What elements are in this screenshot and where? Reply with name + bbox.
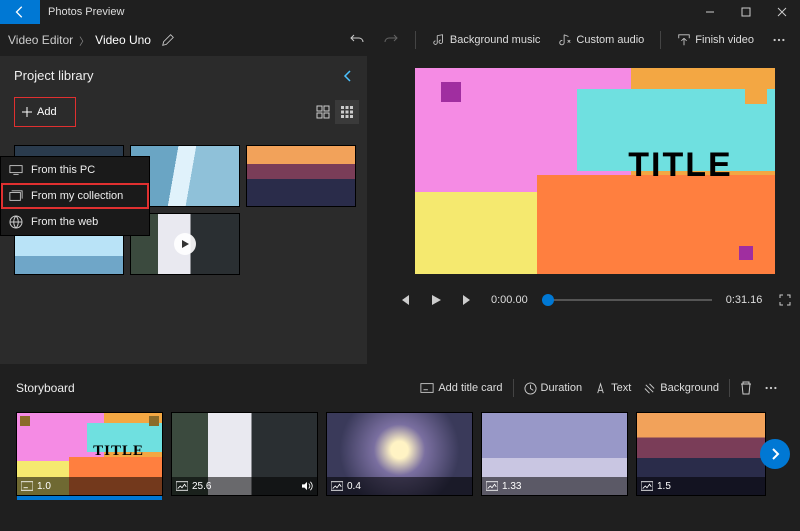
text-label: Text xyxy=(611,382,631,394)
preview-title-text: TITLE xyxy=(628,146,732,185)
finish-video-button[interactable]: Finish video xyxy=(671,26,760,54)
duration-button[interactable]: Duration xyxy=(518,374,589,402)
collapse-library-button[interactable] xyxy=(343,69,353,83)
storyboard-title: Storyboard xyxy=(16,381,75,395)
custom-audio-label: Custom audio xyxy=(576,34,644,46)
close-button[interactable] xyxy=(764,0,800,24)
storyboard-clip[interactable]: 0.4 xyxy=(326,412,473,496)
play-button[interactable] xyxy=(427,294,445,306)
clip-duration: 0.4 xyxy=(347,481,361,492)
image-icon xyxy=(486,481,498,491)
chevron-right-icon: 〉 xyxy=(79,33,89,48)
preview-canvas[interactable]: TITLE xyxy=(415,68,775,274)
divider xyxy=(660,31,661,49)
maximize-button[interactable] xyxy=(728,0,764,24)
clip-title-text: TITLE xyxy=(93,443,144,460)
view-small-button[interactable] xyxy=(335,100,359,124)
view-large-button[interactable] xyxy=(311,100,335,124)
preview-pane: TITLE 0:00.00 0:31.16 xyxy=(367,56,800,364)
clip-selected-indicator xyxy=(17,496,162,500)
image-icon xyxy=(641,481,653,491)
custom-audio-button[interactable]: Custom audio xyxy=(552,26,650,54)
breadcrumb-root[interactable]: Video Editor xyxy=(8,33,73,47)
menu-from-this-pc-label: From this PC xyxy=(31,164,95,176)
image-icon xyxy=(331,481,343,491)
total-time: 0:31.16 xyxy=(726,294,763,306)
clip-duration: 1.33 xyxy=(502,481,521,492)
clip-corner-handle xyxy=(20,416,30,426)
clip-duration: 25.6 xyxy=(192,481,211,492)
finish-video-label: Finish video xyxy=(695,34,754,46)
clip-corner-handle xyxy=(149,416,159,426)
menu-from-collection[interactable]: From my collection xyxy=(1,183,149,209)
add-label: Add xyxy=(37,106,57,118)
divider xyxy=(415,31,416,49)
add-title-card-button[interactable]: Add title card xyxy=(414,374,508,402)
undo-button[interactable] xyxy=(343,26,371,54)
duration-label: Duration xyxy=(541,382,583,394)
menu-from-this-pc[interactable]: From this PC xyxy=(1,157,149,183)
card-icon xyxy=(21,481,33,491)
library-thumb[interactable] xyxy=(246,145,356,207)
text-button[interactable]: Text xyxy=(588,374,637,402)
storyboard-more-button[interactable] xyxy=(758,374,784,402)
scroll-right-button[interactable] xyxy=(760,439,790,469)
play-icon xyxy=(174,233,196,255)
next-frame-button[interactable] xyxy=(459,294,477,306)
divider xyxy=(729,379,730,397)
redo-button[interactable] xyxy=(377,26,405,54)
divider xyxy=(513,379,514,397)
menu-from-collection-label: From my collection xyxy=(31,190,123,202)
storyboard-track: TITLE 1.0 25.6 0.4 xyxy=(16,412,784,496)
current-time: 0:00.00 xyxy=(491,294,528,306)
menu-from-web[interactable]: From the web xyxy=(1,209,149,235)
background-music-button[interactable]: Background music xyxy=(426,26,547,54)
audio-icon xyxy=(301,481,313,491)
background-label: Background xyxy=(660,382,719,394)
add-button[interactable]: Add xyxy=(14,97,76,127)
storyboard-clip[interactable]: 25.6 xyxy=(171,412,318,496)
rename-button[interactable] xyxy=(161,33,175,47)
project-library-pane: Project library Add xyxy=(0,56,367,364)
prev-frame-button[interactable] xyxy=(395,294,413,306)
minimize-button[interactable] xyxy=(692,0,728,24)
add-title-card-label: Add title card xyxy=(438,382,502,394)
project-library-title: Project library xyxy=(14,68,93,83)
app-title: Photos Preview xyxy=(48,6,124,18)
storyboard-clip[interactable]: 1.5 xyxy=(636,412,766,496)
storyboard-clip[interactable]: TITLE 1.0 xyxy=(16,412,163,496)
breadcrumb-project[interactable]: Video Uno xyxy=(95,33,151,47)
menu-from-web-label: From the web xyxy=(31,216,98,228)
more-button[interactable] xyxy=(766,26,792,54)
clip-duration: 1.0 xyxy=(37,481,51,492)
background-music-label: Background music xyxy=(450,34,541,46)
delete-clip-button[interactable] xyxy=(734,374,758,402)
storyboard-clip[interactable]: 1.33 xyxy=(481,412,628,496)
clip-duration: 1.5 xyxy=(657,481,671,492)
background-button[interactable]: Background xyxy=(637,374,725,402)
back-button[interactable] xyxy=(0,0,40,24)
seek-slider[interactable] xyxy=(542,299,712,301)
fullscreen-button[interactable] xyxy=(776,294,794,306)
image-icon xyxy=(176,481,188,491)
add-context-menu: From this PC From my collection From the… xyxy=(0,156,150,236)
